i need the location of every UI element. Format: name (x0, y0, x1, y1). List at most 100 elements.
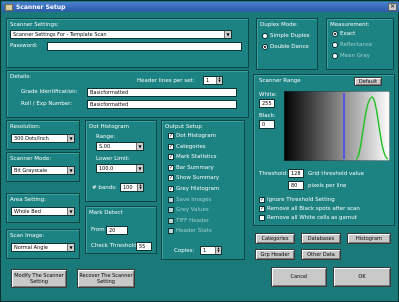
radio-icon[interactable] (262, 33, 268, 39)
checkbox-icon[interactable]: ✓ (168, 143, 174, 150)
output-option-checkbox: Grey Values (168, 207, 209, 214)
databases-button[interactable]: Databases (301, 233, 341, 244)
from-label: From (91, 227, 105, 233)
radio-icon[interactable] (332, 31, 338, 37)
output-option-label: Grey Values (176, 207, 209, 214)
black-field[interactable]: 0 (259, 120, 275, 129)
checkbox-icon (168, 207, 174, 214)
bands-value: 100 (123, 185, 133, 191)
chevron-down-icon[interactable]: ▼ (67, 208, 74, 215)
scanner-mode-select[interactable]: Bit Grayscale ▼ (11, 166, 75, 175)
modify-the-scanner-setting-button[interactable]: Modify The Scanner Setting (11, 269, 67, 288)
range-select[interactable]: S.00 ▼ (96, 142, 144, 151)
radio-icon[interactable] (332, 42, 338, 48)
app-icon (5, 3, 13, 11)
checkbox-icon[interactable]: ✓ (168, 186, 174, 192)
scanner-settings-label: Scanner Settings: (10, 22, 59, 28)
output-option-label: Mark Statistics (176, 154, 217, 161)
scan-image-select[interactable]: Normal Angle ▼ (11, 243, 75, 252)
output-option-checkbox: Save Images (168, 196, 212, 203)
checkbox-icon[interactable]: ✓ (168, 164, 174, 171)
scanner-settings-select[interactable]: Scanner Settings For - Template Scan ▼ (10, 30, 232, 39)
password-label: Password: (10, 43, 38, 49)
cancel-button[interactable]: Cancel (271, 267, 327, 287)
chevron-down-icon[interactable]: ▼ (67, 244, 74, 251)
checkbox-icon[interactable]: ✓ (259, 197, 265, 203)
checkbox-icon[interactable]: ✓ (168, 175, 174, 182)
radio-icon[interactable] (332, 53, 338, 59)
checkbox-icon[interactable]: ✓ (168, 154, 174, 161)
chevron-down-icon[interactable]: ▼ (67, 135, 74, 142)
close-icon[interactable]: × (388, 3, 397, 11)
checkbox-icon[interactable]: ✓ (259, 206, 265, 212)
output-option-checkbox[interactable]: ✓ Mark Statistics (168, 154, 217, 161)
stepper-arrows-icon[interactable]: ▲ ▼ (216, 77, 222, 84)
chevron-down-icon[interactable]: ▼ (136, 165, 143, 172)
output-option-checkbox[interactable]: ✓ Grey Histogram (168, 186, 219, 192)
radio-icon[interactable] (262, 44, 268, 50)
bands-stepper[interactable]: 100 ▲ ▼ (120, 183, 144, 192)
ok-button[interactable]: OK (333, 267, 391, 287)
output-option-label: Categories (176, 143, 206, 150)
stepper-arrows-icon[interactable]: ▲ ▼ (137, 184, 143, 191)
chevron-down-icon[interactable]: ▼ (224, 31, 231, 38)
measurement-radio[interactable]: Reflectance (332, 42, 372, 48)
output-option-checkbox[interactable]: ✓ Dot Histogram (168, 133, 216, 139)
white-field[interactable]: 255 (259, 99, 275, 108)
output-option-checkbox[interactable]: ✓ Bar Summary (168, 164, 214, 171)
grade-identification-field[interactable]: Basicformatted (87, 88, 237, 97)
scanner-range-option-checkbox[interactable]: ✓ Remove all Black spots after scan (259, 206, 360, 212)
black-label: Black: (259, 113, 276, 119)
recover-the-scanner-setting-button[interactable]: Recover The Scanner Setting (77, 269, 135, 288)
categories-button[interactable]: Categories (255, 233, 295, 244)
roll-number-field[interactable]: Basicformatted (87, 100, 237, 109)
checkbox-icon[interactable] (259, 215, 265, 221)
mark-detect-title: Mark Detect (89, 210, 123, 216)
scanner-range-option-checkbox[interactable]: Remove all White cells as gamut (259, 215, 357, 221)
checkbox-icon[interactable]: ✓ (168, 133, 174, 139)
white-label: White: (259, 92, 277, 98)
measurement-group: Measurement: Exact Reflectance Mean Gray (326, 18, 394, 70)
measurement-radio[interactable]: Exact (332, 31, 355, 37)
chevron-down-icon[interactable]: ▼ (136, 143, 143, 150)
output-option-checkbox[interactable]: ✓ Categories (168, 143, 206, 150)
measurement-radio[interactable]: Mean Gray (332, 53, 370, 59)
lower-limit-value: 100.0 (99, 166, 114, 172)
grp-header-button[interactable]: Grp Header (255, 249, 295, 260)
output-option-checkbox[interactable]: ✓ Show Summary (168, 175, 219, 182)
duplex-mode-title: Duplex Mode: (260, 22, 298, 28)
stepper-arrows-icon[interactable]: ▲ ▼ (215, 247, 221, 254)
check-threshold-field[interactable]: 55 (136, 242, 152, 251)
chevron-down-icon[interactable]: ▼ (67, 167, 74, 174)
scanner-setup-window: Scanner Setup × Scanner Settings: Scanne… (0, 0, 399, 302)
default-button[interactable]: Default (354, 77, 382, 86)
scanner-settings-group: Scanner Settings: Scanner Settings For -… (6, 18, 249, 68)
mark-detect-group: Mark Detect From 20 Check Threshold 55 (85, 206, 157, 254)
output-option-checkbox: TIFF Header (168, 217, 209, 224)
area-setting-select[interactable]: Whole Bed ▼ (11, 207, 75, 216)
resolution-select[interactable]: 300 Dots/Inch ▼ (11, 134, 75, 143)
scanner-range-option-checkbox[interactable]: ✓ Ignore Threshold Setting (259, 197, 335, 203)
password-field[interactable] (47, 42, 242, 51)
scan-image-group: Scan Image: Normal Angle ▼ (6, 229, 80, 259)
checkbox-icon (168, 228, 174, 235)
lower-limit-select[interactable]: 100.0 ▼ (96, 164, 144, 173)
header-lines-stepper[interactable]: 1 ▲ ▼ (203, 76, 223, 85)
gray-range-histogram[interactable] (284, 91, 390, 161)
other-data-button[interactable]: Other Data (301, 249, 341, 260)
header-lines-label: Header lines per set: (137, 78, 195, 84)
scanner-range-option-label: Remove all Black spots after scan (267, 206, 360, 212)
histogram-button[interactable]: Histogram (347, 233, 391, 244)
scanner-range-option-label: Remove all White cells as gamut (267, 215, 357, 221)
threshold-field[interactable]: 128 (288, 169, 304, 178)
grade-identification-label: Grade Identification: (21, 89, 78, 95)
scanner-range-option-label: Ignore Threshold Setting (267, 197, 335, 203)
from-field[interactable]: 20 (106, 226, 128, 235)
duplex-mode-radio[interactable]: Simple Duplex (262, 33, 310, 39)
copies-stepper[interactable]: 1 ▲ ▼ (200, 246, 222, 255)
resolution-value: 300 Dots/Inch (14, 136, 49, 142)
threshold-label: Threshold: (259, 171, 288, 177)
duplex-mode-radio[interactable]: Double Dance (262, 44, 309, 50)
output-option-label: Save Images (176, 196, 212, 203)
peak-field[interactable]: 80 (288, 181, 304, 190)
